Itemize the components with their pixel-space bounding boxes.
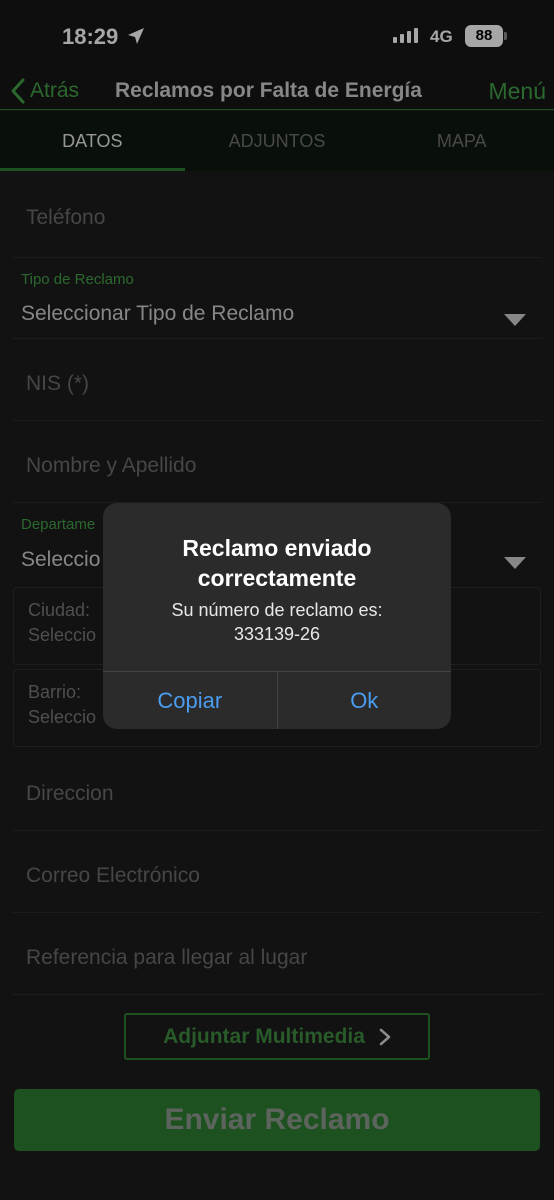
alert-title: Reclamo enviado correctamente: [103, 533, 451, 593]
alert-message-line1: Su número de reclamo es:: [171, 600, 383, 620]
copiar-button[interactable]: Copiar: [103, 672, 277, 729]
alert-dialog: Reclamo enviado correctamente Su número …: [103, 503, 451, 729]
alert-message: Su número de reclamo es: 333139-26: [103, 598, 451, 646]
reclamo-number: 333139-26: [233, 624, 321, 644]
alert-actions: Copiar Ok: [103, 671, 451, 729]
alert-title-line2: correctamente: [197, 565, 357, 591]
alert-title-line1: Reclamo enviado: [182, 535, 372, 561]
ok-button[interactable]: Ok: [276, 672, 452, 729]
